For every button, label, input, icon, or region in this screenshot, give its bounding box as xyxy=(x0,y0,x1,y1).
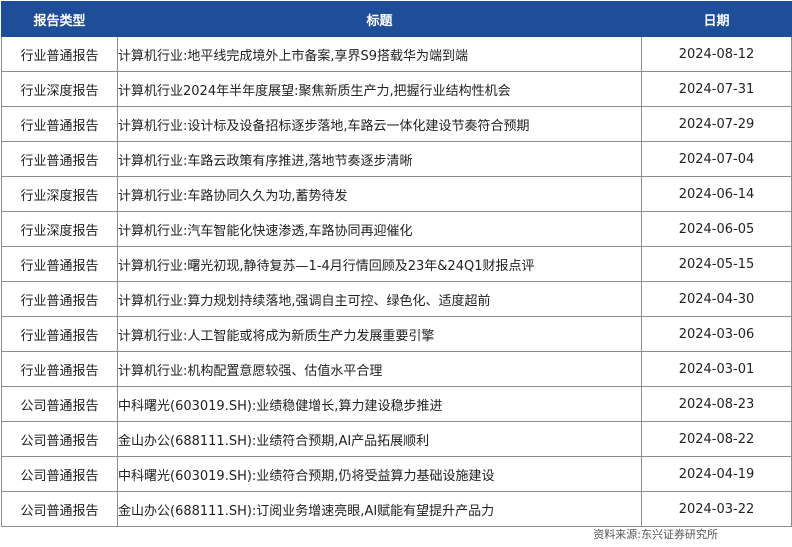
table-row: 行业深度报告 计算机行业2024年半年度展望:聚焦新质生产力,把握行业结构性机会 2… xyxy=(1,71,792,107)
source-note: 资料来源:东兴证券研究所 xyxy=(593,528,718,541)
report-title-cell: 计算机行业2024年半年度展望:聚焦新质生产力,把握行业结构性机会 xyxy=(117,71,642,107)
report-type-cell: 公司普通报告 xyxy=(1,491,118,527)
report-title-cell: 中科曙光(603019.SH):业绩稳健增长,算力建设稳步推进 xyxy=(117,386,642,422)
table-header-row: 报告类型 标题 日期 xyxy=(1,1,792,37)
report-type-cell: 行业深度报告 xyxy=(1,176,118,212)
table-row: 行业普通报告 计算机行业:人工智能或将成为新质生产力发展重要引擎 2024-03-0… xyxy=(1,316,792,352)
report-title-cell: 计算机行业:地平线完成境外上市备案,享界S9搭载华为端到端 xyxy=(117,36,642,72)
report-title-cell: 计算机行业:人工智能或将成为新质生产力发展重要引擎 xyxy=(117,316,642,352)
report-type-cell: 行业普通报告 xyxy=(1,351,118,387)
report-type-cell: 公司普通报告 xyxy=(1,456,118,492)
report-date-cell: 2024-08-23 xyxy=(641,386,792,422)
report-date-cell: 2024-05-15 xyxy=(641,246,792,282)
report-type-cell: 行业普通报告 xyxy=(1,36,118,72)
report-type-cell: 行业普通报告 xyxy=(1,106,118,142)
report-date-cell: 2024-06-05 xyxy=(641,211,792,247)
report-title-cell: 中科曙光(603019.SH):业绩符合预期,仍将受益算力基础设施建设 xyxy=(117,456,642,492)
report-type-cell: 行业深度报告 xyxy=(1,211,118,247)
report-type-cell: 公司普通报告 xyxy=(1,421,118,457)
table-row: 公司普通报告 中科曙光(603019.SH):业绩稳健增长,算力建设稳步推进 202… xyxy=(1,386,792,422)
report-title-cell: 计算机行业:设计标及设备招标逐步落地,车路云一体化建设节奏符合预期 xyxy=(117,106,642,142)
report-date-cell: 2024-08-12 xyxy=(641,36,792,72)
report-date-cell: 2024-07-04 xyxy=(641,141,792,177)
report-date-cell: 2024-03-22 xyxy=(641,491,792,527)
report-title-cell: 计算机行业:车路云政策有序推进,落地节奏逐步清晰 xyxy=(117,141,642,177)
report-table: 报告类型 标题 日期 行业普通报告 计算机行业:地平线完成境外上市备案,享界S9搭… xyxy=(1,1,792,527)
table-row: 行业普通报告 计算机行业:曙光初现,静待复苏—1-4月行情回顾及23年&24Q1财… xyxy=(1,246,792,282)
report-type-cell: 公司普通报告 xyxy=(1,386,118,422)
table-row: 行业深度报告 计算机行业:汽车智能化快速渗透,车路协同再迎催化 2024-06-05 xyxy=(1,211,792,247)
report-type-cell: 行业普通报告 xyxy=(1,246,118,282)
report-date-cell: 2024-07-31 xyxy=(641,71,792,107)
table-body: 行业普通报告 计算机行业:地平线完成境外上市备案,享界S9搭载华为端到端 2024-… xyxy=(1,36,792,527)
report-title-cell: 计算机行业:算力规划持续落地,强调自主可控、绿色化、适度超前 xyxy=(117,281,642,317)
report-title-cell: 计算机行业:机构配置意愿较强、估值水平合理 xyxy=(117,351,642,387)
report-title-cell: 计算机行业:车路协同久久为功,蓄势待发 xyxy=(117,176,642,212)
table-row: 行业普通报告 计算机行业:地平线完成境外上市备案,享界S9搭载华为端到端 2024-… xyxy=(1,36,792,72)
report-date-cell: 2024-03-01 xyxy=(641,351,792,387)
report-title-cell: 计算机行业:汽车智能化快速渗透,车路协同再迎催化 xyxy=(117,211,642,247)
report-title-cell: 金山办公(688111.SH):业绩符合预期,AI产品拓展顺利 xyxy=(117,421,642,457)
table-row: 行业普通报告 计算机行业:车路云政策有序推进,落地节奏逐步清晰 2024-07-04 xyxy=(1,141,792,177)
table-row: 公司普通报告 金山办公(688111.SH):订阅业务增速亮眼,AI赋能有望提升产… xyxy=(1,491,792,527)
report-type-cell: 行业普通报告 xyxy=(1,141,118,177)
report-date-cell: 2024-08-22 xyxy=(641,421,792,457)
header-date: 日期 xyxy=(641,1,792,37)
table-row: 行业普通报告 计算机行业:设计标及设备招标逐步落地,车路云一体化建设节奏符合预期 2… xyxy=(1,106,792,142)
report-type-cell: 行业普通报告 xyxy=(1,281,118,317)
report-date-cell: 2024-07-29 xyxy=(641,106,792,142)
report-type-cell: 行业深度报告 xyxy=(1,71,118,107)
header-title: 标题 xyxy=(117,1,642,37)
report-date-cell: 2024-04-30 xyxy=(641,281,792,317)
report-type-cell: 行业普通报告 xyxy=(1,316,118,352)
report-date-cell: 2024-04-19 xyxy=(641,456,792,492)
table-row: 公司普通报告 中科曙光(603019.SH):业绩符合预期,仍将受益算力基础设施建… xyxy=(1,456,792,492)
table-row: 行业深度报告 计算机行业:车路协同久久为功,蓄势待发 2024-06-14 xyxy=(1,176,792,212)
header-type: 报告类型 xyxy=(1,1,118,37)
report-title-cell: 计算机行业:曙光初现,静待复苏—1-4月行情回顾及23年&24Q1财报点评 xyxy=(117,246,642,282)
report-title-cell: 金山办公(688111.SH):订阅业务增速亮眼,AI赋能有望提升产品力 xyxy=(117,491,642,527)
table-row: 行业普通报告 计算机行业:机构配置意愿较强、估值水平合理 2024-03-01 xyxy=(1,351,792,387)
table-row: 公司普通报告 金山办公(688111.SH):业绩符合预期,AI产品拓展顺利 202… xyxy=(1,421,792,457)
report-date-cell: 2024-06-14 xyxy=(641,176,792,212)
table-row: 行业普通报告 计算机行业:算力规划持续落地,强调自主可控、绿色化、适度超前 2024… xyxy=(1,281,792,317)
report-date-cell: 2024-03-06 xyxy=(641,316,792,352)
